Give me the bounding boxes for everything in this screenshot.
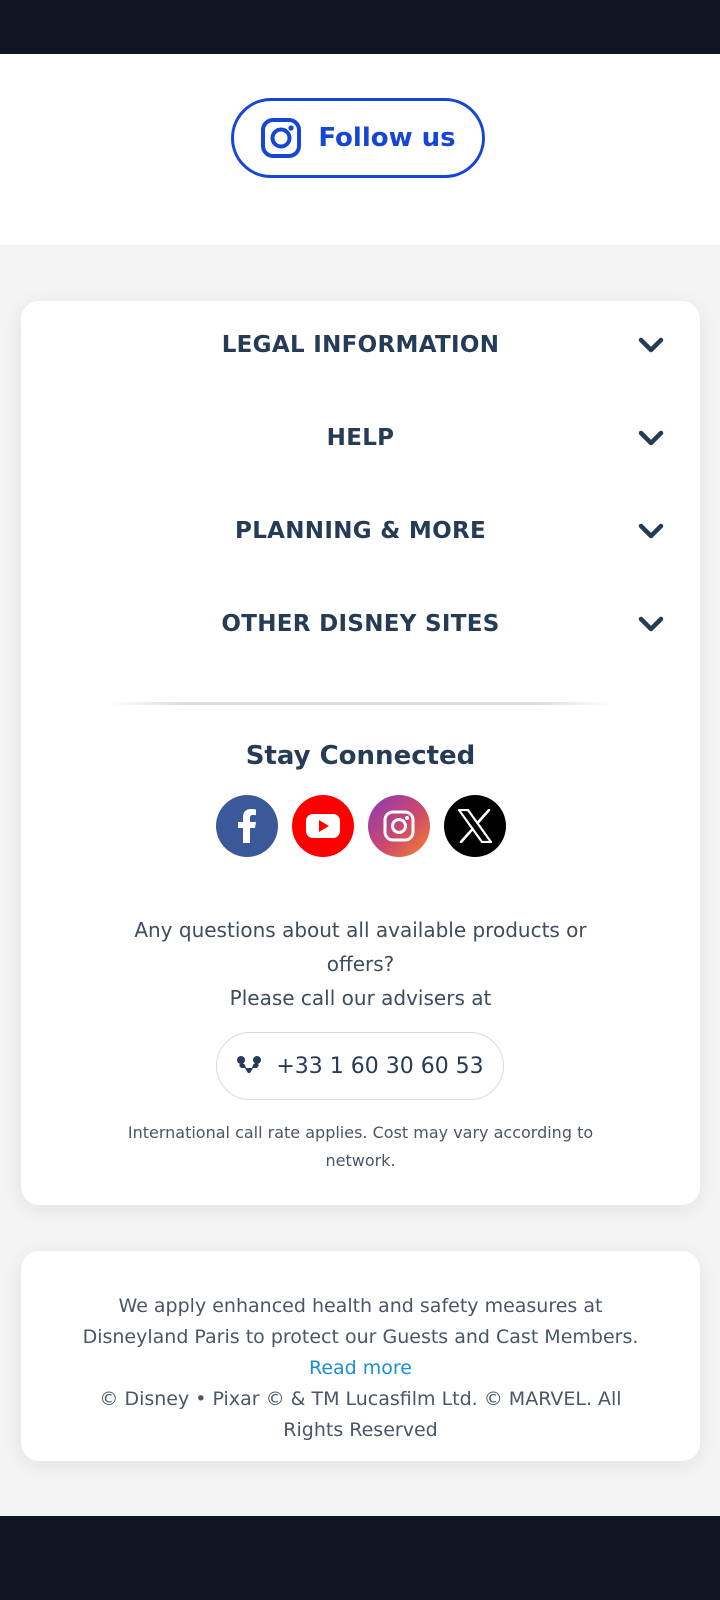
phone-call-button[interactable]: +33 1 60 30 60 53	[216, 1032, 504, 1100]
health-safety-text: We apply enhanced health and safety meas…	[82, 1295, 639, 1348]
accordion-label: LEGAL INFORMATION	[221, 332, 500, 358]
x-icon	[457, 809, 493, 843]
question-line-2: offers?	[326, 952, 395, 976]
facebook-button[interactable]	[216, 795, 278, 857]
instagram-icon	[383, 810, 415, 842]
question-line-1: Any questions about all available produc…	[134, 918, 587, 942]
phone-number: +33 1 60 30 60 53	[276, 1053, 484, 1079]
accordion-legal-information[interactable]: LEGAL INFORMATION	[21, 315, 700, 375]
copyright-text: © Disney • Pixar © & TM Lucasfilm Ltd. ©…	[99, 1388, 622, 1441]
call-advisers-line: Please call our advisers at	[229, 986, 492, 1010]
accordion-label: HELP	[326, 425, 395, 451]
accordion-help[interactable]: HELP	[21, 408, 700, 468]
accordion-planning-and-more[interactable]: PLANNING & MORE	[21, 501, 700, 561]
footer-links-card: LEGAL INFORMATION HELP PLANNING & MORE O…	[21, 301, 700, 1205]
accordion-label: OTHER DISNEY SITES	[221, 611, 500, 637]
youtube-icon	[306, 814, 340, 838]
bottom-navigation-bar	[0, 1516, 720, 1600]
section-divider	[109, 702, 612, 705]
footer-text: We apply enhanced health and safety meas…	[67, 1291, 654, 1446]
call-rate-note: International call rate applies. Cost ma…	[127, 1123, 594, 1170]
follow-us-label: Follow us	[318, 123, 456, 153]
accordion-other-disney-sites[interactable]: OTHER DISNEY SITES	[21, 594, 700, 654]
social-links	[216, 795, 506, 857]
follow-section: Follow us	[0, 54, 720, 245]
follow-us-button[interactable]: Follow us	[231, 98, 485, 178]
accordion-label: PLANNING & MORE	[235, 518, 486, 544]
facebook-icon	[238, 809, 256, 843]
youtube-button[interactable]	[292, 795, 354, 857]
chevron-down-icon	[638, 616, 664, 632]
contact-question: Any questions about all available produc…	[81, 913, 640, 1015]
x-button[interactable]	[444, 795, 506, 857]
chevron-down-icon	[638, 523, 664, 539]
instagram-button[interactable]	[368, 795, 430, 857]
stay-connected-title: Stay Connected	[245, 741, 476, 771]
chevron-down-icon	[638, 337, 664, 353]
chevron-down-icon	[638, 430, 664, 446]
legal-footer-card: We apply enhanced health and safety meas…	[21, 1251, 700, 1461]
read-more-link[interactable]: Read more	[309, 1357, 412, 1379]
mickey-phone-icon	[237, 1056, 262, 1073]
top-status-bar	[0, 0, 720, 54]
instagram-icon	[260, 117, 302, 159]
